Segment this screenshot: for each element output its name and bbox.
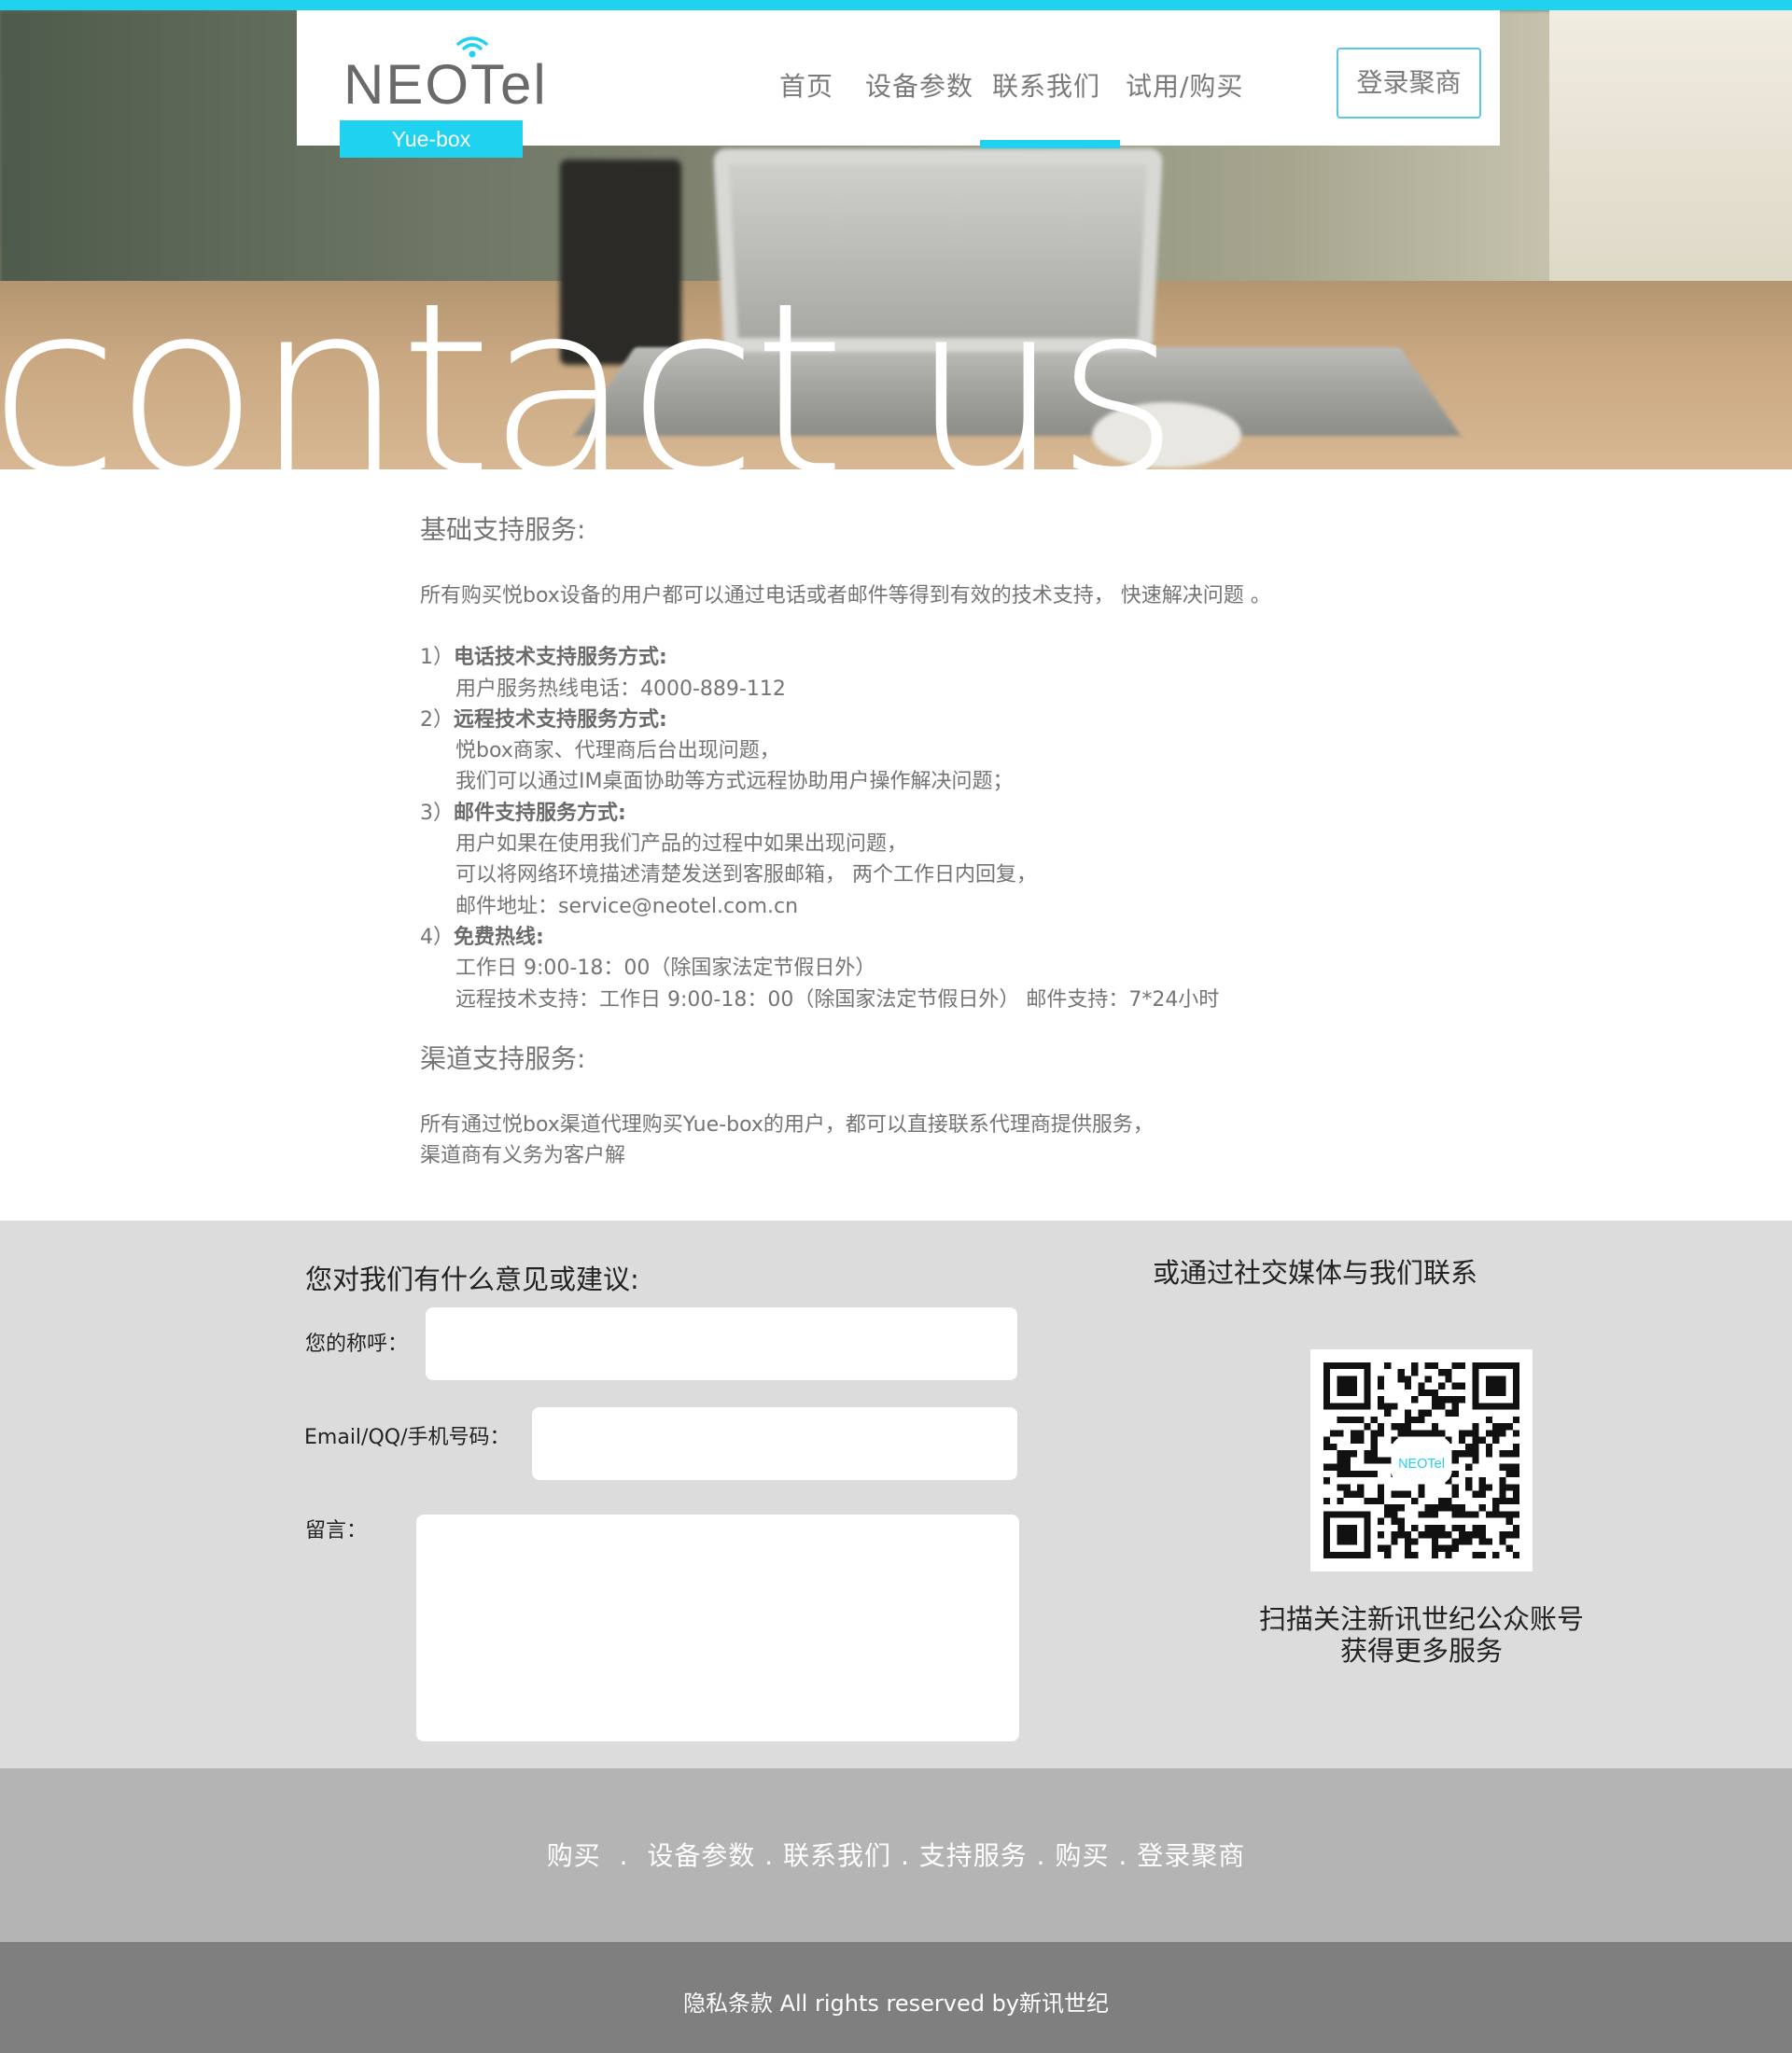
footer-link-login[interactable]: 登录聚商 (1137, 1840, 1245, 1871)
support-item-line: 用户服务热线电话：4000-889-112 (455, 677, 786, 701)
footer-nav: 购买 . 设备参数 . 联系我们 . 支持服务 . 购买 . 登录聚商 (0, 1768, 1792, 1942)
support-item-line: 悦box商家、代理商后台出现问题， (455, 739, 780, 762)
channel-support-line: 渠道商有义务为客户解 (420, 1144, 626, 1167)
qr-caption-line: 扫描关注新讯世纪公众账号 (1258, 1603, 1584, 1635)
social-title: 或通过社交媒体与我们联系 (1153, 1257, 1478, 1289)
footer-link-buy-2[interactable]: 购买 (1055, 1840, 1109, 1871)
top-accent-bar (0, 0, 1792, 10)
logo-text: NEOTel (343, 53, 548, 116)
qr-caption: 扫描关注新讯世纪公众账号 获得更多服务 (1204, 1603, 1639, 1667)
logo[interactable]: NEOTel (343, 36, 546, 122)
contact-label: Email/QQ/手机号码： (304, 1426, 511, 1449)
support-item-remote: 2）远程技术支持服务方式: (420, 703, 667, 733)
name-label: 您的称呼： (305, 1333, 409, 1356)
nav-item-specs[interactable]: 设备参数 (865, 66, 973, 104)
footer-copyright: 隐私条款 All rights reserved by新讯世纪 (0, 1942, 1792, 2053)
qr-caption-line: 获得更多服务 (1339, 1635, 1503, 1667)
qr-code: NEOTel (1310, 1349, 1533, 1571)
feedback-section: 您对我们有什么意见或建议: 您的称呼： Email/QQ/手机号码： 留言： 或… (0, 1221, 1792, 1768)
footer-links: 购买 . 设备参数 . 联系我们 . 支持服务 . 购买 . 登录聚商 (546, 1840, 1246, 1871)
item-title: 邮件支持服务方式: (454, 802, 626, 825)
support-item-line: 我们可以通过IM桌面协助等方式远程协助用户操作解决问题； (455, 770, 1014, 793)
nav-item-contact[interactable]: 联系我们 (992, 66, 1100, 104)
support-item-hotline: 4）免费热线: (420, 920, 544, 950)
nav-item-home[interactable]: 首页 (779, 66, 833, 104)
hero-window (1549, 10, 1792, 290)
contact-input[interactable] (532, 1407, 1017, 1480)
support-item-line: 远程技术支持：工作日 9:00-18：00（除国家法定节假日外） 邮件支持：7*… (455, 988, 1220, 1012)
item-number: 2） (420, 708, 454, 732)
item-title: 远程技术支持服务方式: (454, 708, 667, 732)
footer-link-contact[interactable]: 联系我们 (783, 1840, 891, 1871)
hero-title: contact us (0, 252, 1180, 469)
message-label: 留言： (305, 1519, 368, 1543)
basic-support-heading: 基础支持服务: (420, 514, 586, 545)
feedback-title: 您对我们有什么意见或建议: (305, 1264, 639, 1295)
logo-tagline: Yue-box (340, 120, 523, 158)
basic-support-intro: 所有购买悦box设备的用户都可以通过电话或者邮件等得到有效的技术支持， 快速解决… (420, 584, 1271, 608)
item-number: 4） (420, 926, 454, 949)
qr-code-icon: NEOTel (1323, 1362, 1519, 1558)
support-item-email: 3）邮件支持服务方式: (420, 796, 626, 826)
svg-text:NEOTel: NEOTel (1398, 1457, 1445, 1472)
footer-link-support[interactable]: 支持服务 (919, 1840, 1028, 1871)
channel-support-line: 所有通过悦box渠道代理购买Yue-box的用户，都可以直接联系代理商提供服务， (420, 1113, 1154, 1137)
copyright-text: 隐私条款 All rights reserved by新讯世纪 (682, 1990, 1110, 2017)
footer-link-buy[interactable]: 购买 (547, 1840, 601, 1871)
nav-item-trial-buy[interactable]: 试用/购买 (1126, 66, 1243, 104)
item-number: 1） (420, 646, 454, 669)
support-item-phone: 1）电话技术支持服务方式: (420, 640, 667, 670)
item-number: 3） (420, 802, 454, 825)
support-item-line: 可以将网络环境描述清楚发送到客服邮箱， 两个工作日内回复， (455, 863, 1037, 887)
header-nav: NEOTel Yue-box 首页 设备参数 联系我们 试用/购买 登录聚商 (297, 10, 1500, 158)
channel-support-heading: 渠道支持服务: (420, 1043, 586, 1074)
name-input[interactable] (426, 1307, 1017, 1380)
support-item-line: 工作日 9:00-18：00（除国家法定节假日外） (455, 957, 876, 980)
item-title: 免费热线: (454, 926, 544, 949)
login-button[interactable]: 登录聚商 (1337, 48, 1481, 119)
support-item-email-address[interactable]: 邮件地址：service@neotel.com.cn (455, 889, 798, 919)
item-title: 电话技术支持服务方式: (454, 646, 667, 669)
support-item-line: 用户如果在使用我们产品的过程中如果出现问题， (455, 832, 908, 856)
nav-active-indicator (980, 140, 1120, 148)
message-textarea[interactable] (416, 1515, 1019, 1741)
footer-link-specs[interactable]: 设备参数 (647, 1840, 755, 1871)
